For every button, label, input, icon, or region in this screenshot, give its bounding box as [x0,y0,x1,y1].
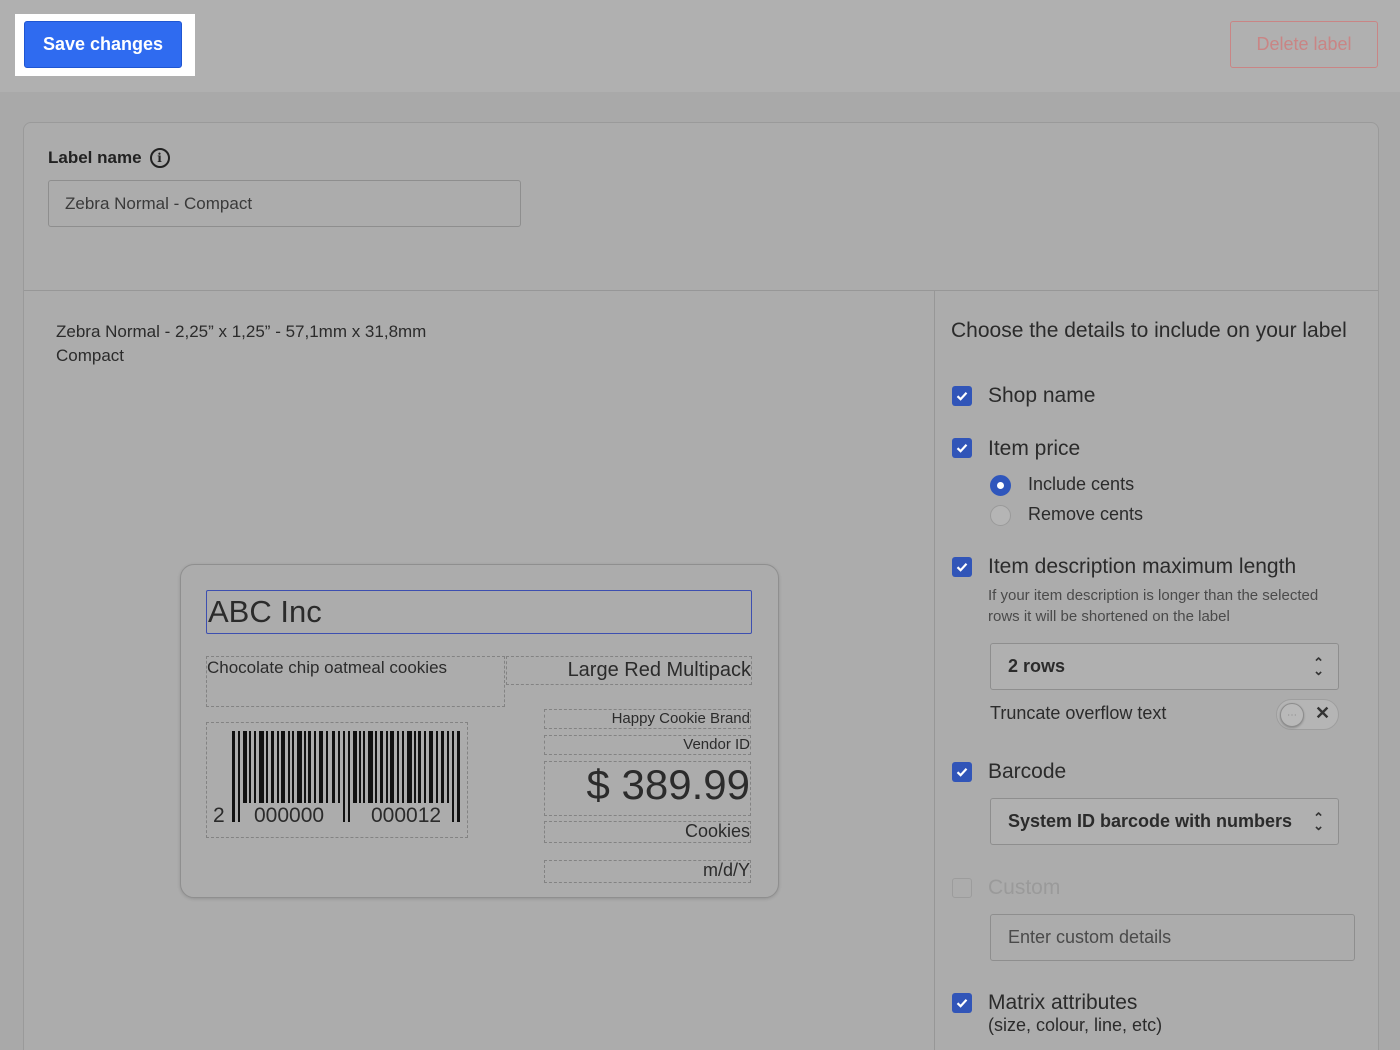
description-helper-line1: If your item description is longer than … [988,587,1319,604]
preview-matrix: Large Red Multipack [567,659,751,681]
custom-checkbox[interactable] [952,878,972,898]
checkmark-icon [956,392,968,401]
label-name-input[interactable] [48,180,521,227]
checkmark-icon [956,444,968,453]
barcode-first-digit: 2 [213,804,225,827]
preview-shop-name[interactable]: ABC Inc [206,590,752,634]
custom-label: Custom [988,876,1061,899]
item-price-checkbox[interactable] [952,438,972,458]
save-changes-button[interactable]: Save changes [24,21,182,68]
info-icon[interactable]: i [149,148,170,168]
description-length-label: Item description maximum length [988,555,1297,578]
section-divider [24,290,1378,291]
item-price-label: Item price [988,437,1081,460]
preview-date: m/d/Y [702,860,750,880]
truncate-label: Truncate overflow text [990,703,1167,723]
remove-cents-radio[interactable] [990,505,1011,526]
preview-vendor: Vendor ID [683,736,750,753]
include-cents-label: Include cents [1028,474,1135,494]
top-toolbar [0,0,1400,92]
delete-label-button[interactable]: Delete label [1230,21,1378,68]
shop-name-label: Shop name [988,384,1096,407]
truncate-toggle[interactable]: ⋯ ✕ [1276,699,1339,730]
preview-brand: Happy Cookie Brand [611,710,750,727]
include-cents-radio[interactable] [990,475,1011,496]
barcode-checkbox[interactable] [952,762,972,782]
column-divider [934,291,935,1050]
description-helper-line2: rows it will be shortened on the label [988,608,1230,625]
close-icon: ✕ [1315,703,1331,723]
description-length-checkbox[interactable] [952,557,972,577]
preview-description: Chocolate chip oatmeal cookies [207,658,448,677]
matrix-attributes-sublabel: (size, colour, line, etc) [988,1015,1163,1035]
preview-price: $ 389.99 [586,761,751,808]
remove-cents-label: Remove cents [1028,504,1144,524]
custom-details-input[interactable] [990,914,1355,961]
label-format: Compact [56,346,125,365]
preview-category: Cookies [684,821,750,841]
barcode-type-select[interactable]: System ID barcode with numbers ⌃ ⌄ [990,798,1339,845]
select-arrows-icon: ⌃ ⌄ [1313,809,1324,833]
select-arrows-icon: ⌃ ⌄ [1313,654,1324,678]
barcode-label: Barcode [988,760,1067,783]
rows-select-value: 2 rows [1008,656,1066,676]
label-name-heading: Label name i [48,148,170,168]
label-name-title: Label name [48,148,142,167]
matrix-attributes-checkbox[interactable] [952,993,972,1013]
label-size-spec: Zebra Normal - 2,25” x 1,25” - 57,1mm x … [56,322,427,341]
checkmark-icon [956,768,968,777]
rows-select[interactable]: 2 rows ⌃ ⌄ [990,643,1339,690]
barcode-left-digits: 000000 [254,804,325,827]
matrix-attributes-label: Matrix attributes [988,991,1138,1014]
barcode-right-digits: 000012 [371,804,442,827]
details-panel-title: Choose the details to include on your la… [951,319,1347,342]
checkmark-icon [956,563,968,572]
shop-name-checkbox[interactable] [952,386,972,406]
toggle-knob: ⋯ [1280,703,1304,727]
checkmark-icon [956,999,968,1008]
barcode-type-value: System ID barcode with numbers [1008,811,1293,831]
